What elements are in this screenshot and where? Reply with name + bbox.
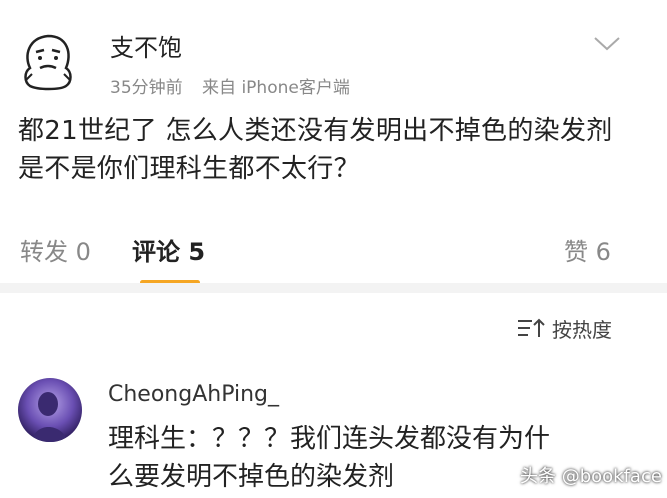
tab-comments[interactable]: 评论 5 <box>132 232 205 267</box>
post-text-line: 都21世纪了 怎么人类还没有发明出不掉色的染发剂 <box>18 116 613 146</box>
tab-repost[interactable]: 转发 0 <box>20 232 91 267</box>
sort-icon <box>518 318 545 337</box>
post-meta: 35分钟前 来自 iPhone客户端 <box>110 73 364 98</box>
sort-label: 按热度 <box>552 318 612 342</box>
section-divider <box>0 283 667 293</box>
post-time: 35分钟前 <box>110 78 183 98</box>
watermark: 头条 @bookface <box>520 466 662 487</box>
post-text: 都21世纪了 怎么人类还没有发明出不掉色的染发剂 是不是你们理科生都不太行？ <box>18 112 648 188</box>
tab-likes[interactable]: 赞 6 <box>564 232 611 267</box>
sort-button[interactable]: 按热度 <box>516 314 612 343</box>
post-text-line: 是不是你们理科生都不太行？ <box>18 154 360 184</box>
post-username[interactable]: 支不饱 <box>110 28 182 63</box>
weibo-post: 支不饱 35分钟前 来自 iPhone客户端 都21世纪了 怎么人类还没有发明出… <box>0 0 667 285</box>
cartoon-avatar-icon[interactable] <box>16 28 80 92</box>
avatar[interactable] <box>18 378 82 442</box>
comment-username[interactable]: CheongAhPing_ <box>108 382 279 407</box>
post-tabs: 转发 0 评论 5 赞 6 <box>0 232 667 285</box>
post-source: 来自 iPhone客户端 <box>202 78 350 98</box>
comment-text-line: 理科生：？？？我们连头发都没有为什 <box>108 424 551 454</box>
chevron-down-icon[interactable] <box>592 34 622 54</box>
